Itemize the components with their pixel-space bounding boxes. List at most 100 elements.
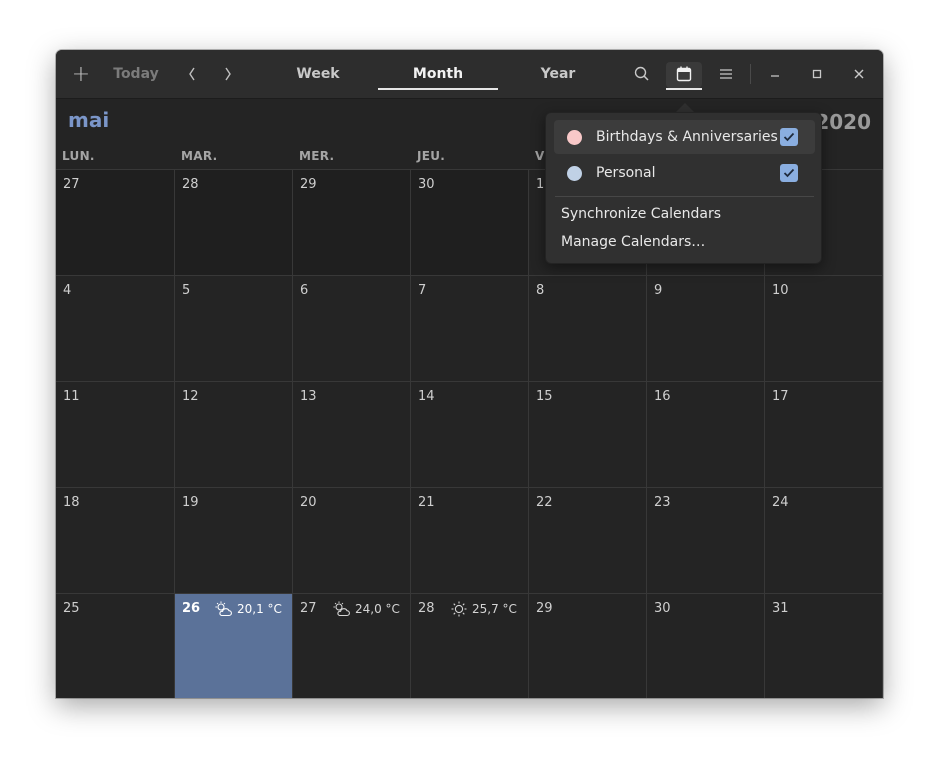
day-cell[interactable]: 29 (293, 169, 411, 275)
day-cell[interactable]: 21 (411, 487, 529, 593)
close-icon (854, 69, 864, 79)
day-cell[interactable]: 12 (175, 381, 293, 487)
day-cell[interactable]: 19 (175, 487, 293, 593)
day-cell[interactable]: 9 (647, 275, 765, 381)
day-cell[interactable]: 11 (56, 381, 175, 487)
day-cell[interactable]: 17 (765, 381, 883, 487)
day-number: 11 (63, 389, 80, 404)
day-number: 12 (182, 389, 199, 404)
day-cell[interactable]: 25 (56, 593, 175, 698)
day-number: 17 (772, 389, 789, 404)
weather-forecast: 20,1 °C (215, 601, 282, 617)
day-cell[interactable]: 15 (529, 381, 647, 487)
day-number: 29 (300, 177, 317, 192)
partly-cloudy-icon (333, 601, 350, 617)
day-cell[interactable]: 6 (293, 275, 411, 381)
day-cell[interactable]: 8 (529, 275, 647, 381)
calendar-checkbox[interactable] (780, 164, 798, 182)
day-number: 18 (63, 495, 80, 510)
weekday-label: MER. (299, 149, 335, 163)
previous-button[interactable] (180, 50, 204, 98)
day-cell[interactable]: 27 (56, 169, 175, 275)
temperature-label: 25,7 °C (472, 602, 517, 616)
popover-separator (555, 196, 814, 197)
day-cell[interactable]: 5 (175, 275, 293, 381)
add-event-button[interactable]: + (68, 50, 94, 98)
day-number: 8 (536, 283, 545, 298)
month-title: mai (68, 108, 110, 132)
day-cell[interactable]: 14 (411, 381, 529, 487)
day-cell[interactable]: 29 (529, 593, 647, 698)
day-number: 7 (418, 283, 427, 298)
day-number: 9 (654, 283, 663, 298)
search-button[interactable] (624, 50, 660, 98)
day-number: 31 (772, 601, 789, 616)
day-number: 19 (182, 495, 199, 510)
day-cell[interactable]: 27 24,0 °C (293, 593, 411, 698)
calendar-name: Birthdays & Anniversaries (596, 129, 778, 145)
day-number: 15 (536, 389, 553, 404)
calendar-checkbox[interactable] (780, 128, 798, 146)
active-tab-indicator (378, 88, 498, 90)
weather-forecast: 24,0 °C (333, 601, 400, 617)
menu-icon (720, 69, 732, 79)
day-number: 30 (654, 601, 671, 616)
day-cell[interactable]: 30 (411, 169, 529, 275)
main-menu-button[interactable] (708, 50, 744, 98)
day-cell[interactable]: 22 (529, 487, 647, 593)
day-cell[interactable]: 20 (293, 487, 411, 593)
manage-calendars-button[interactable]: Manage Calendars… (561, 234, 705, 250)
calendars-popover: Birthdays & Anniversaries Personal Synch… (545, 112, 822, 264)
day-number: 16 (654, 389, 671, 404)
day-number: 6 (300, 283, 309, 298)
day-cell[interactable]: 18 (56, 487, 175, 593)
close-button[interactable] (841, 50, 877, 98)
sun-icon (451, 601, 467, 617)
weekday-label: MAR. (181, 149, 218, 163)
synchronize-calendars-button[interactable]: Synchronize Calendars (561, 206, 721, 222)
calendar-color-dot (567, 165, 582, 181)
day-cell[interactable]: 28 (175, 169, 293, 275)
temperature-label: 24,0 °C (355, 602, 400, 616)
day-number: 27 (300, 601, 317, 616)
calendar-row-personal[interactable]: Personal (554, 156, 815, 190)
today-button[interactable]: Today (108, 50, 164, 98)
calendars-button-indicator (666, 88, 702, 90)
checkmark-icon (783, 132, 795, 142)
day-cell[interactable]: 10 (765, 275, 883, 381)
day-number: 4 (63, 283, 72, 298)
day-number: 24 (772, 495, 789, 510)
day-number: 30 (418, 177, 435, 192)
day-cell[interactable]: 13 (293, 381, 411, 487)
chevron-left-icon (189, 67, 195, 81)
day-number: 20 (300, 495, 317, 510)
day-cell[interactable]: 23 (647, 487, 765, 593)
minimize-icon (771, 75, 779, 77)
day-cell[interactable]: 30 (647, 593, 765, 698)
day-number: 22 (536, 495, 553, 510)
day-cell-today[interactable]: 26 20,1 °C (175, 593, 293, 698)
day-cell[interactable]: 24 (765, 487, 883, 593)
tab-week[interactable]: Week (258, 50, 378, 98)
day-number: 10 (772, 283, 789, 298)
day-cell[interactable]: 28 25,7 °C (411, 593, 529, 698)
day-number: 27 (63, 177, 80, 192)
minimize-button[interactable] (757, 50, 793, 98)
popover-arrow (676, 103, 694, 112)
calendars-button[interactable] (666, 50, 702, 98)
day-cell[interactable]: 7 (411, 275, 529, 381)
tab-month[interactable]: Month (378, 50, 498, 98)
day-cell[interactable]: 16 (647, 381, 765, 487)
headerbar: + Today Week Month Year (56, 50, 883, 99)
calendar-row-birthdays[interactable]: Birthdays & Anniversaries (554, 120, 815, 154)
partly-cloudy-icon (215, 601, 232, 617)
temperature-label: 20,1 °C (237, 602, 282, 616)
next-button[interactable] (216, 50, 240, 98)
weekday-label: LUN. (62, 149, 95, 163)
tab-year[interactable]: Year (498, 50, 618, 98)
day-cell[interactable]: 31 (765, 593, 883, 698)
day-number: 23 (654, 495, 671, 510)
day-cell[interactable]: 4 (56, 275, 175, 381)
chevron-right-icon (225, 67, 231, 81)
maximize-button[interactable] (799, 50, 835, 98)
